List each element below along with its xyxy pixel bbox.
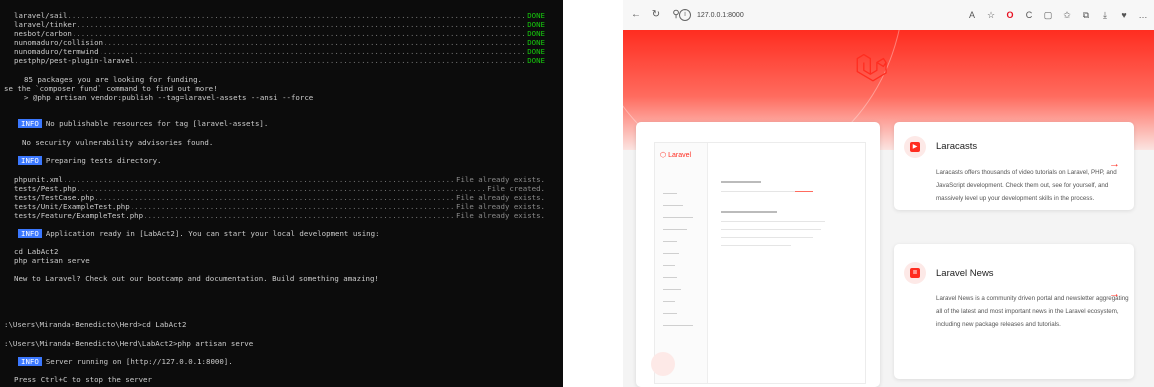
favorites-icon[interactable]: ✩ [1062, 8, 1072, 22]
docs-screenshot: ⬡ Laravel [654, 142, 866, 384]
arrow-right-icon[interactable]: → [1109, 288, 1120, 300]
laravel-news-icon-wrap: ≣ [904, 262, 926, 284]
refresh-icon[interactable]: ↻ [649, 8, 663, 22]
laracasts-card[interactable]: ▶ Laracasts Laracasts offers thousands o… [894, 122, 1134, 210]
docs-screenshot-card[interactable]: ⬡ Laravel [636, 122, 880, 387]
toolbar-icons: A ☆ O C ▢ ✩ ⧉ ⤓ ♥ … [967, 8, 1148, 22]
page-viewport: ⬡ Laravel ▶ Laracasts Laracasts offers t… [623, 30, 1154, 387]
partial-icon-circle [651, 352, 675, 376]
url-text[interactable]: 127.0.0.1:8000 [697, 12, 744, 19]
info-badge: INFO [18, 119, 42, 128]
mini-laravel-logo: ⬡ Laravel [660, 151, 692, 160]
back-arrow-icon[interactable]: ← [629, 8, 643, 22]
laracasts-title[interactable]: Laracasts [936, 141, 977, 152]
site-info-icon[interactable]: i [679, 9, 691, 21]
laravel-news-title[interactable]: Laravel News [936, 268, 994, 279]
browser-window: ← ↻ ⚲ i 127.0.0.1:8000 A ☆ O C ▢ ✩ ⧉ ⤓ ♥… [623, 0, 1154, 387]
docs-screenshot-sidebar: ⬡ Laravel [655, 143, 708, 383]
laravel-logo-icon [856, 53, 887, 82]
laracasts-icon-wrap: ▶ [904, 136, 926, 158]
browser-toolbar: ← ↻ ⚲ i 127.0.0.1:8000 A ☆ O C ▢ ✩ ⧉ ⤓ ♥… [623, 0, 1154, 30]
video-icon: ▶ [910, 142, 920, 152]
more-icon[interactable]: … [1138, 8, 1148, 22]
info-badge: INFO [18, 357, 42, 366]
extension-c-icon[interactable]: C [1024, 8, 1034, 22]
arrow-right-icon[interactable]: → [1109, 158, 1120, 170]
browser-essentials-icon[interactable]: ♥ [1119, 8, 1129, 22]
mini-laravel-icon: ⬡ [660, 152, 667, 159]
terminal-window: ........................................… [0, 0, 563, 387]
laravel-news-description: Laravel News is a community driven porta… [936, 295, 1129, 328]
read-aloud-icon[interactable]: A [967, 8, 977, 22]
split-screen-icon[interactable]: ▢ [1043, 8, 1053, 22]
newspaper-icon: ≣ [910, 268, 920, 278]
extension-icon[interactable]: O [1005, 8, 1015, 22]
favorite-star-icon[interactable]: ☆ [986, 8, 996, 22]
laravel-news-card[interactable]: ≣ Laravel News Laravel News is a communi… [894, 244, 1134, 379]
info-badge: INFO [18, 229, 42, 238]
address-bar[interactable]: i 127.0.0.1:8000 [679, 8, 999, 22]
info-badge: INFO [18, 156, 42, 165]
collections-icon[interactable]: ⧉ [1081, 8, 1091, 22]
download-icon[interactable]: ⤓ [1100, 8, 1110, 22]
laracasts-description: Laracasts offers thousands of video tuto… [936, 169, 1117, 202]
